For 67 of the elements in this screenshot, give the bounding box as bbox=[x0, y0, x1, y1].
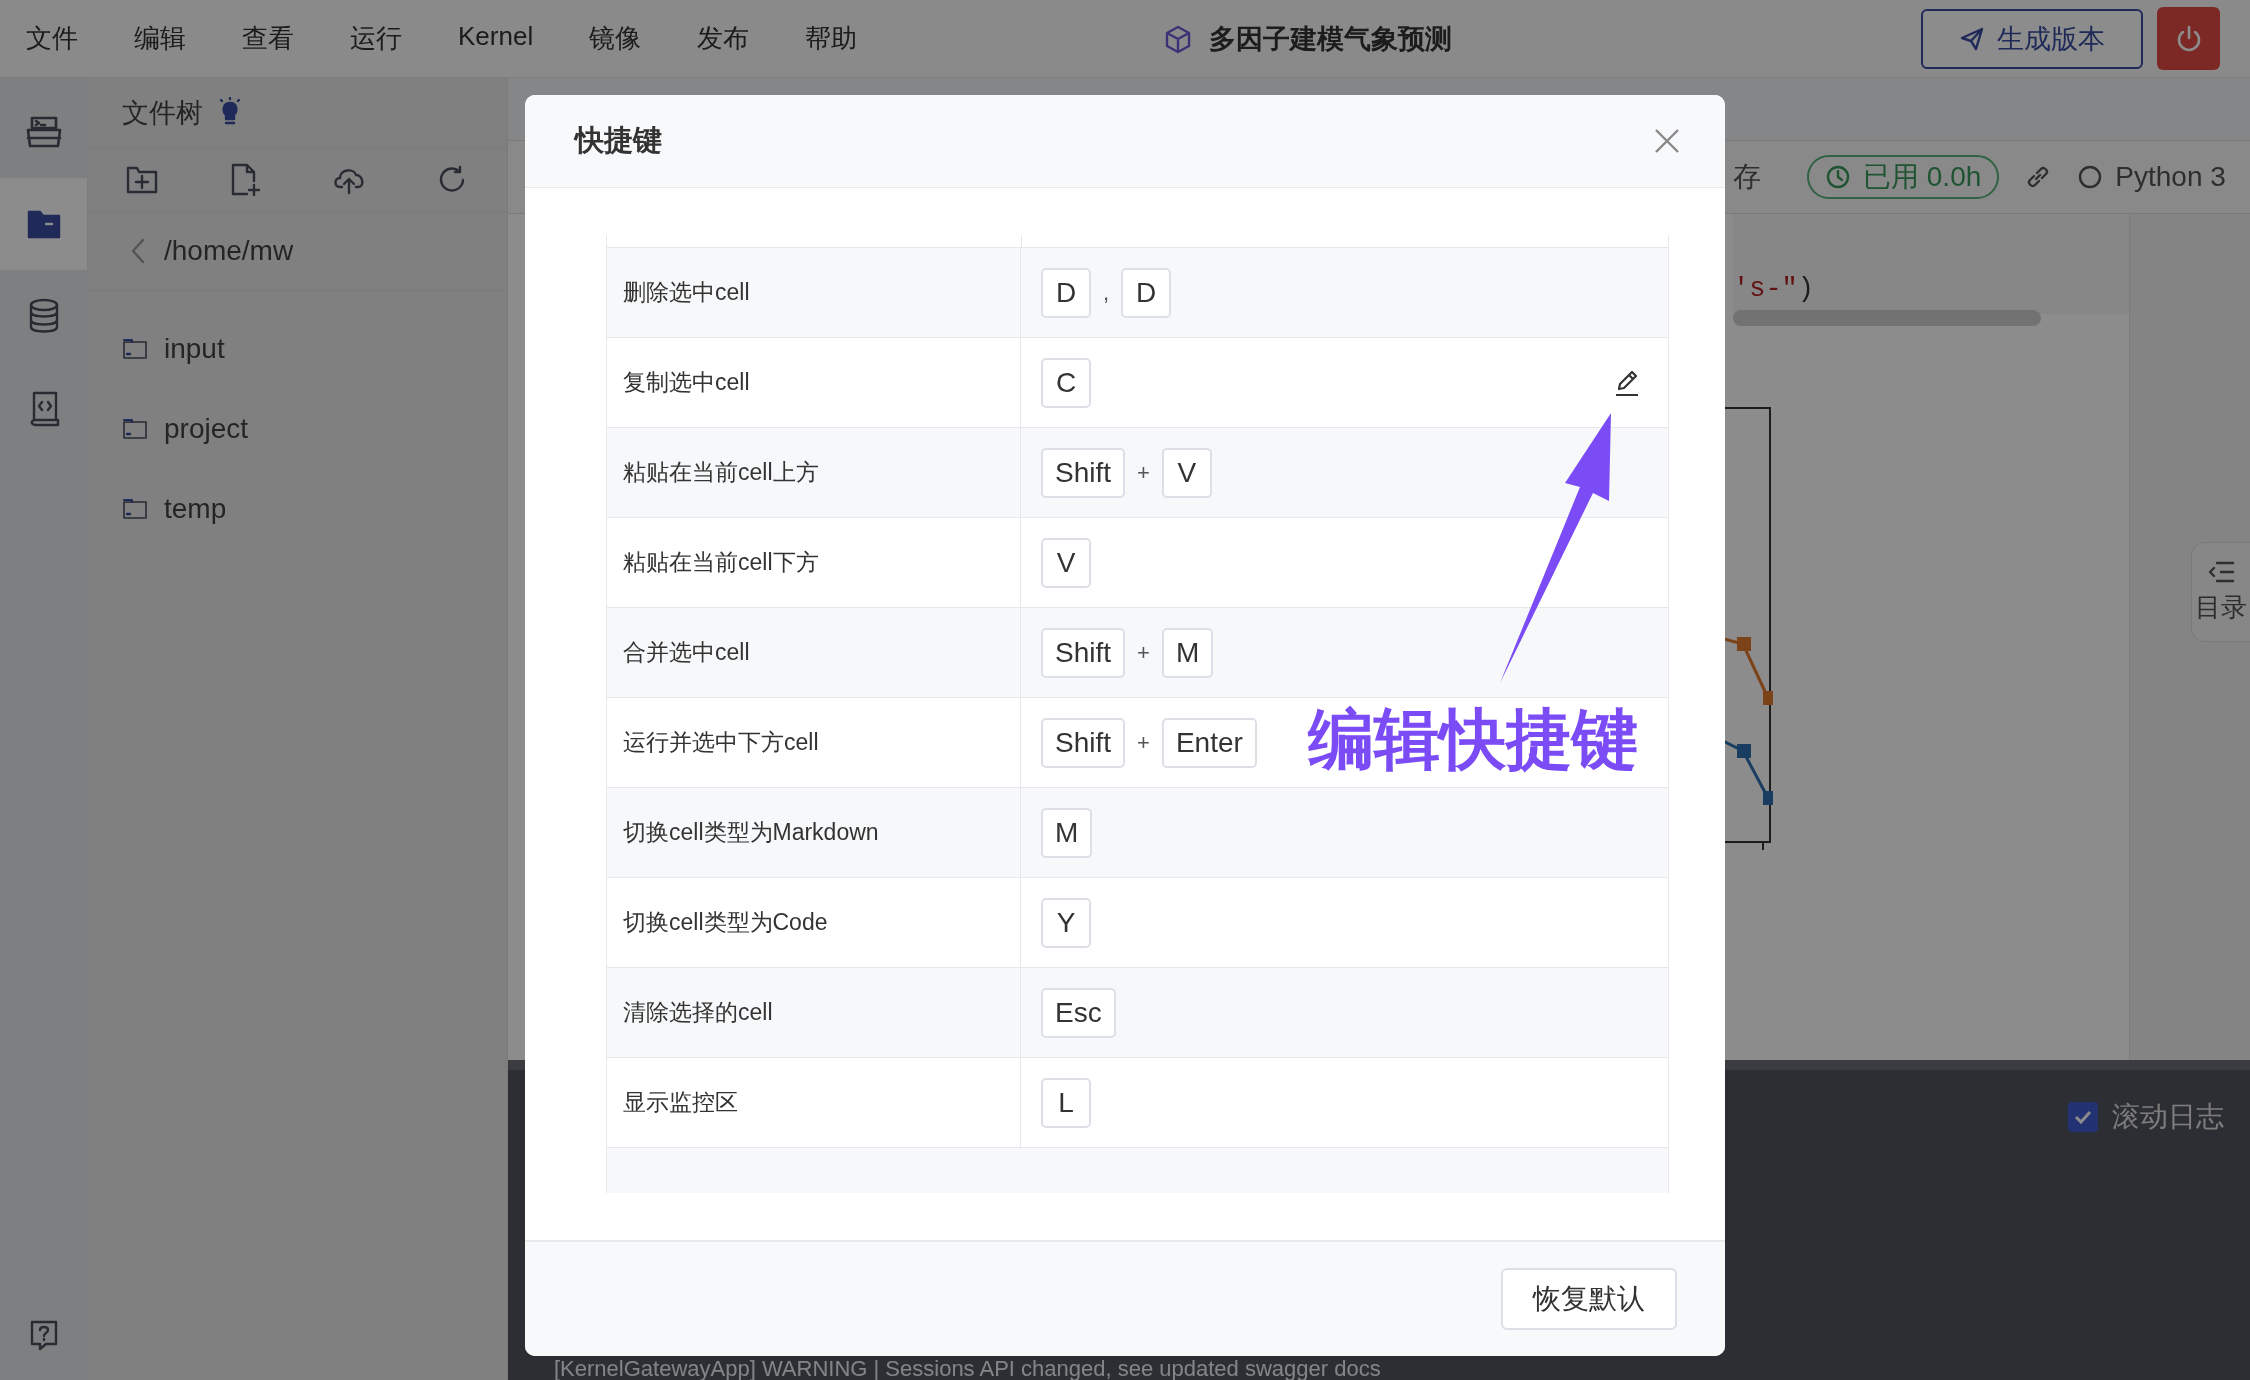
key-cap: D bbox=[1121, 267, 1172, 318]
key-cap: C bbox=[1041, 357, 1091, 408]
menu-item[interactable]: 镜像 bbox=[589, 21, 642, 56]
publish-button[interactable]: 生成版本 bbox=[1921, 8, 2143, 69]
panel-title: 文件树 bbox=[122, 97, 203, 130]
folder-item[interactable]: project bbox=[88, 389, 507, 469]
menu-item[interactable]: Kernel bbox=[458, 21, 534, 56]
log-line: [KernelGatewayApp] WARNING | Sessions API changed, see updated swagger docs bbox=[554, 1357, 1382, 1380]
new-folder-icon[interactable] bbox=[126, 165, 158, 195]
menu-item[interactable]: 编辑 bbox=[134, 21, 186, 56]
folder-item[interactable]: input bbox=[88, 309, 507, 389]
table-cell: 切换cell类型为Markdown bbox=[607, 788, 1021, 877]
autoscroll-checkbox[interactable]: 滚动日志 bbox=[2068, 1098, 2224, 1136]
key-cap: Shift bbox=[1041, 717, 1126, 768]
key-separator: , bbox=[1103, 279, 1110, 306]
table-cell: 清除选择的cell bbox=[607, 968, 1021, 1057]
sidebar-tab[interactable] bbox=[0, 178, 87, 270]
key-cap: M bbox=[1041, 807, 1093, 858]
table-cell: 运行并选中下方cell bbox=[607, 698, 1021, 787]
project-title: 多因子建模气象预测 bbox=[1208, 22, 1452, 56]
key-cap: M bbox=[1161, 627, 1214, 678]
back-chevron-icon[interactable] bbox=[130, 238, 146, 264]
key-separator: + bbox=[1137, 459, 1150, 486]
scrollbar-thumb[interactable] bbox=[1733, 310, 2041, 326]
table-cell: 切换cell类型为Code bbox=[607, 878, 1021, 967]
reset-button[interactable]: 恢复默认 bbox=[1501, 1268, 1677, 1330]
send-icon bbox=[1959, 25, 1985, 52]
key-cap: V bbox=[1041, 537, 1091, 588]
current-path: /home/mw bbox=[164, 235, 294, 267]
key-cap: Enter bbox=[1161, 717, 1257, 768]
status-circle-icon bbox=[2077, 164, 2104, 190]
clock-icon bbox=[1825, 164, 1851, 190]
menu-item[interactable]: 查看 bbox=[242, 21, 294, 56]
checkmark-icon bbox=[2073, 1109, 2093, 1125]
save-button[interactable]: 存 bbox=[1733, 158, 1761, 196]
folder-icon bbox=[122, 418, 148, 440]
key-cap: Y bbox=[1041, 897, 1091, 948]
usage-badge: 已用 0.0h bbox=[1807, 155, 2000, 199]
key-cap: Esc bbox=[1041, 987, 1116, 1038]
table-cell: 合并选中cell bbox=[607, 608, 1021, 697]
menu-item[interactable]: 运行 bbox=[350, 21, 402, 56]
key-cap: D bbox=[1041, 267, 1091, 318]
kernel-status[interactable]: Python 3 bbox=[2077, 161, 2226, 193]
table-cell: 删除选中cell bbox=[607, 248, 1021, 337]
key-cap: Shift bbox=[1041, 627, 1126, 678]
table-cell: 粘贴在当前cell下方 bbox=[607, 518, 1021, 607]
folder-icon bbox=[122, 338, 148, 360]
new-file-icon[interactable] bbox=[229, 163, 261, 197]
key-cap: Shift bbox=[1041, 447, 1126, 498]
key-cap: L bbox=[1041, 1077, 1091, 1128]
table-cell: 显示监控区 bbox=[607, 1058, 1021, 1147]
folder-item[interactable]: temp bbox=[88, 469, 507, 549]
table-cell: 粘贴在当前cell上方 bbox=[607, 428, 1021, 517]
annotation-label: 编辑快捷键 bbox=[1308, 703, 1638, 776]
key-separator: + bbox=[1137, 729, 1150, 756]
key-separator: + bbox=[1137, 639, 1150, 666]
outline-icon bbox=[2207, 559, 2235, 584]
menu-item[interactable]: 文件 bbox=[26, 21, 78, 56]
dialog-title: 快捷键 bbox=[575, 123, 662, 158]
menu-item[interactable]: 发布 bbox=[697, 21, 750, 56]
toc-tab[interactable]: 目录 bbox=[2191, 542, 2250, 642]
menu-item[interactable]: 帮助 bbox=[805, 21, 858, 56]
key-cap: V bbox=[1161, 447, 1212, 498]
table-cell: 复制选中cell bbox=[607, 338, 1021, 427]
power-button[interactable] bbox=[2157, 7, 2220, 70]
folder-icon bbox=[122, 498, 148, 520]
refresh-icon[interactable] bbox=[437, 165, 467, 195]
